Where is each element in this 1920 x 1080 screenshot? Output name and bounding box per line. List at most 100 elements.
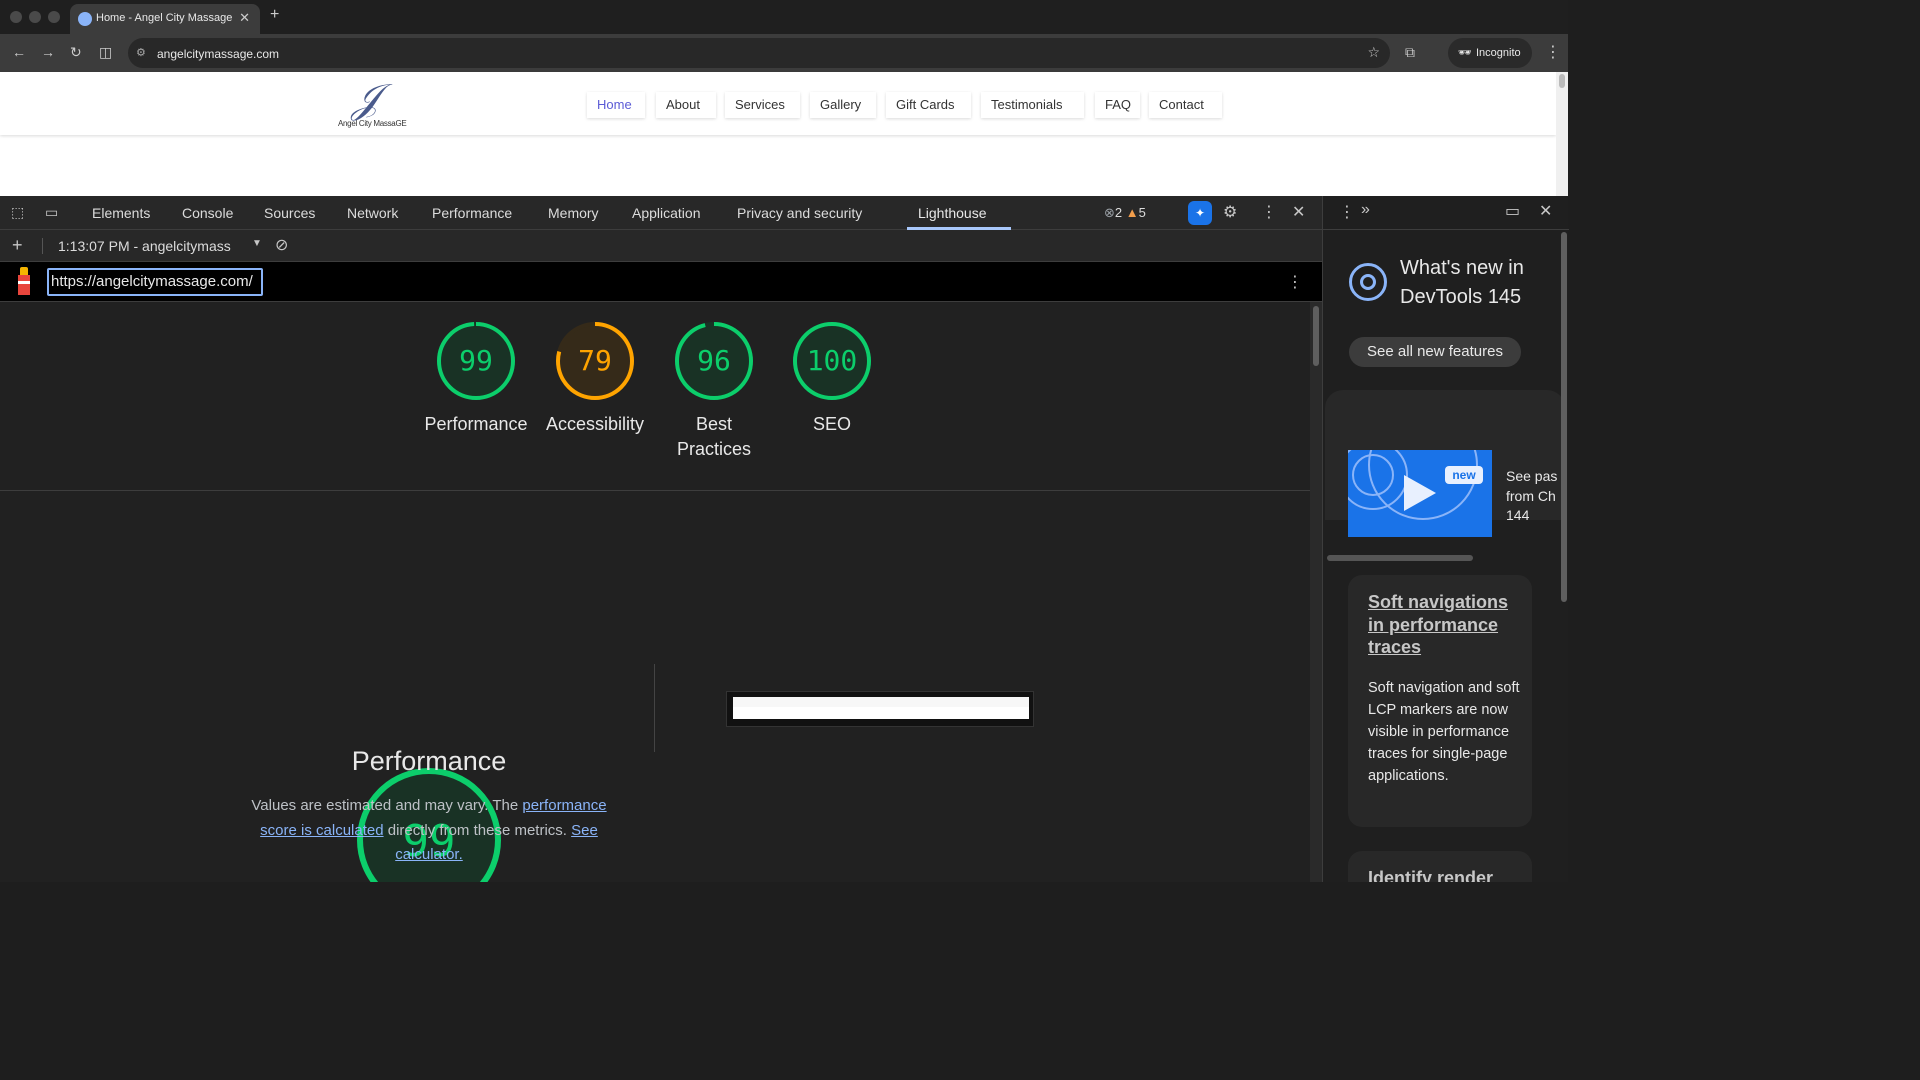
forward-arrow-icon[interactable]: → [41, 44, 55, 60]
chevron-down-icon[interactable]: ▼ [252, 238, 262, 249]
whats-new-title: What's new in DevTools 145 [1400, 257, 1524, 308]
gauge-score: 99 [459, 344, 493, 377]
more-options-icon[interactable]: ⋮ [1261, 202, 1277, 222]
issues-counter[interactable]: ⊗2 ▲5 [1104, 205, 1146, 221]
video-caption: See pas from Ch 144 [1506, 467, 1566, 526]
site-nav-services[interactable]: Services [725, 92, 800, 118]
tab-lighthouse[interactable]: Lighthouse [918, 205, 987, 221]
incognito-label: Incognito [1476, 47, 1521, 59]
site-nav-about[interactable]: About [656, 92, 716, 118]
new-report-icon[interactable]: + [12, 235, 23, 256]
tab-privacy-and-security[interactable]: Privacy and security [737, 205, 862, 221]
gauge-score: 100 [806, 344, 858, 377]
gauge-label: Best Practices [676, 414, 752, 459]
whats-new-drawer: ⋮ » ▭ ✕ What's new in DevTools 145 See a… [1322, 196, 1569, 882]
browser-tab[interactable]: Home - Angel City Massage ✕ [70, 4, 260, 34]
close-drawer-icon[interactable]: ✕ [1539, 201, 1552, 221]
tab-performance[interactable]: Performance [432, 205, 512, 221]
minimize-window-button[interactable] [29, 11, 41, 23]
carousel-scrollbar[interactable] [1327, 555, 1473, 561]
lighthouse-toolbar: + 1:13:07 PM - angelcitymass ▼ ⊘ [0, 230, 1322, 262]
chrome-logo-icon [1349, 263, 1387, 301]
close-window-button[interactable] [10, 11, 22, 23]
devtools-tab-bar: ⬚ ▭ Elements Console Sources Network Perform… [0, 196, 1322, 230]
new-tab-icon[interactable]: + [270, 6, 279, 24]
site-logo[interactable]: 𝒥 Angel City MassaGE [336, 76, 411, 132]
whats-new-content: What's new in DevTools 145 See all new f… [1323, 230, 1569, 882]
report-selector[interactable]: 1:13:07 PM - angelcitymass [58, 238, 248, 254]
site-nav-contact[interactable]: Contact [1149, 92, 1222, 118]
page-scrollbar-thumb[interactable] [1559, 74, 1565, 88]
report-scrollbar[interactable] [1310, 302, 1322, 882]
feature-title-link[interactable]: Identify render blocking [1368, 867, 1518, 882]
final-screenshot-thumbnail[interactable] [726, 691, 1034, 727]
close-tab-icon[interactable]: ✕ [239, 10, 250, 26]
settings-gear-icon[interactable]: ⚙ [1223, 202, 1237, 222]
new-badge: new [1445, 466, 1483, 484]
report-scrollbar-thumb[interactable] [1313, 306, 1319, 366]
toolbar-divider [42, 238, 43, 254]
clear-reports-icon[interactable]: ⊘ [275, 235, 288, 255]
vertical-divider [654, 664, 655, 752]
report-url-field[interactable]: https://angelcitymassage.com/ [47, 268, 263, 296]
play-icon [1404, 475, 1436, 511]
browser-menu-icon[interactable]: ⋮ [1545, 42, 1561, 62]
site-nav-faq[interactable]: FAQ [1095, 92, 1140, 118]
video-caption-line: See pas [1506, 468, 1558, 484]
tab-elements[interactable]: Elements [92, 205, 150, 221]
gauge-score: 79 [578, 344, 612, 377]
split-view-icon[interactable]: ◫ [99, 44, 112, 61]
address-bar[interactable]: ⚙ angelcitymassage.com ☆ [128, 38, 1390, 68]
site-nav-gallery[interactable]: Gallery [810, 92, 876, 118]
tab-sources[interactable]: Sources [264, 205, 315, 221]
error-icon: ⊗ [1104, 205, 1115, 220]
gauge-score: 96 [697, 344, 731, 377]
drawer-menu-icon[interactable]: ⋮ [1339, 202, 1355, 222]
reload-icon[interactable]: ↻ [70, 44, 82, 61]
error-count: 2 [1114, 205, 1123, 220]
back-arrow-icon[interactable]: ← [12, 44, 26, 60]
see-all-features-button[interactable]: See all new features [1349, 337, 1521, 367]
feature-card: Soft navigations in performance traces S… [1348, 575, 1532, 827]
report-menu-icon[interactable]: ⋮ [1287, 272, 1303, 292]
video-thumbnail[interactable]: new [1348, 450, 1492, 537]
video-caption-line: from Ch [1506, 487, 1556, 504]
incognito-indicator[interactable]: 🕶 Incognito [1448, 38, 1532, 68]
device-toolbar-icon[interactable]: ▭ [45, 204, 58, 221]
site-nav-testimonials[interactable]: Testimonials [981, 92, 1084, 118]
tab-application[interactable]: Application [632, 205, 701, 221]
feature-title-link[interactable]: Soft navigations in performance traces [1368, 591, 1518, 659]
maximize-window-button[interactable] [48, 11, 60, 23]
performance-title: Performance [351, 746, 507, 776]
site-nav-home[interactable]: Home [587, 92, 645, 118]
favicon-icon [78, 12, 92, 26]
more-tabs-chevron-icon[interactable]: » [1361, 201, 1370, 219]
warning-count: 5 [1138, 205, 1146, 220]
desc-text-2: directly from these metrics. [383, 821, 572, 839]
site-info-icon[interactable]: ⚙ [136, 46, 146, 59]
warning-icon: ▲ [1125, 205, 1139, 220]
desc-text-1: Values are estimated and may vary. The [251, 797, 523, 814]
tab-network[interactable]: Network [347, 205, 398, 221]
performance-description: Values are estimated and may vary. The p… [239, 794, 619, 868]
dock-side-icon[interactable]: ▭ [1505, 201, 1520, 221]
page-viewport: 𝒥 Angel City MassaGE Home About Services Ga… [0, 72, 1568, 196]
logo-mark: 𝒥 [352, 76, 380, 122]
ai-assistance-icon[interactable]: ✦ [1188, 201, 1212, 225]
browser-toolbar: ← → ↻ ◫ ⚙ angelcitymassage.com ☆ ⧉ 🕶 Inc… [0, 34, 1568, 72]
address-url[interactable]: angelcitymassage.com [157, 47, 279, 61]
close-devtools-icon[interactable]: ✕ [1292, 202, 1305, 222]
devtools-panel: ⬚ ▭ Elements Console Sources Network Perform… [0, 196, 1569, 882]
inspect-element-icon[interactable]: ⬚ [11, 204, 24, 221]
tab-memory[interactable]: Memory [548, 205, 599, 221]
drawer-scrollbar[interactable] [1561, 232, 1567, 602]
page-scrollbar[interactable] [1556, 72, 1568, 196]
tab-console[interactable]: Console [182, 205, 233, 221]
feature-body: Soft navigation and soft LCP markers are… [1368, 680, 1520, 784]
tab-search-icon[interactable]: ⧉ [1405, 44, 1415, 61]
lighthouse-logo-icon [14, 267, 34, 297]
section-divider [0, 490, 1310, 491]
site-nav-gift-cards[interactable]: Gift Cards [886, 92, 971, 118]
drawer-header: ⋮ » ▭ ✕ [1323, 196, 1569, 230]
bookmark-star-icon[interactable]: ☆ [1367, 44, 1380, 61]
